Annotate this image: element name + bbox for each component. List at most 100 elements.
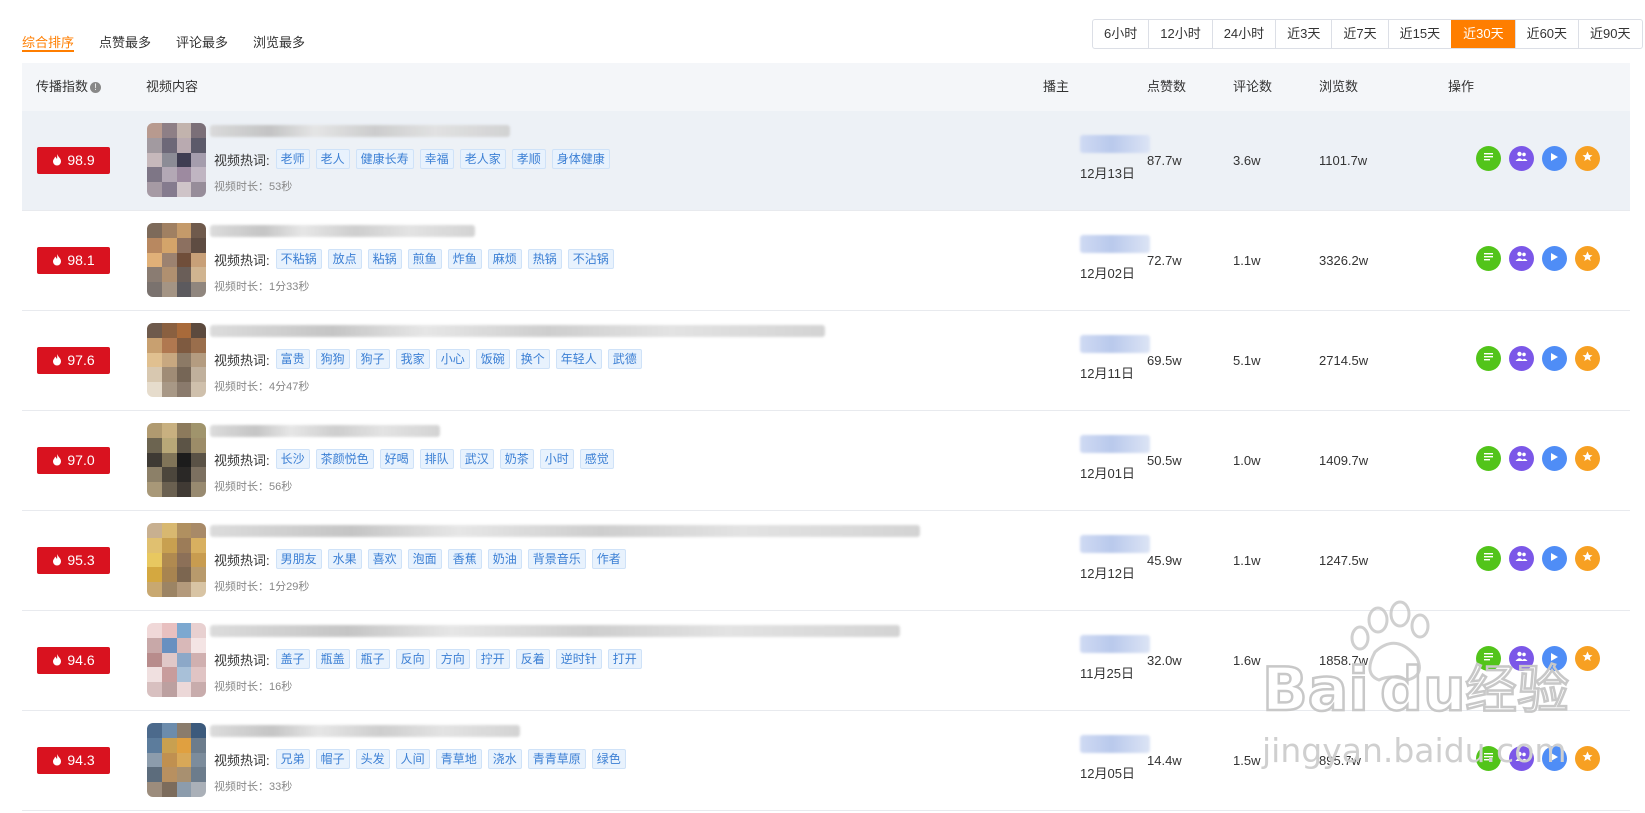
video-title-blurred[interactable] — [210, 625, 900, 637]
tab-most-views[interactable]: 浏览最多 — [253, 20, 305, 50]
keyword-tag[interactable]: 小时 — [539, 449, 574, 469]
list-icon[interactable] — [1476, 346, 1501, 371]
play-icon[interactable] — [1542, 346, 1567, 371]
range-3d[interactable]: 近3天 — [1275, 20, 1331, 48]
video-thumbnail[interactable] — [147, 423, 206, 497]
keyword-tag[interactable]: 感觉 — [579, 449, 614, 469]
keyword-tag[interactable]: 香蕉 — [447, 549, 482, 569]
star-icon[interactable] — [1575, 146, 1600, 171]
keyword-tag[interactable]: 放点 — [327, 249, 362, 269]
list-icon[interactable] — [1476, 546, 1501, 571]
table-row[interactable]: 94.3 视频热词: 兄弟 帽子 头发 人间 青草地 浇水 青青草原 绿色 视频时长：33秒 12月0… — [22, 711, 1630, 811]
keyword-tag[interactable]: 头发 — [355, 749, 390, 769]
keyword-tag[interactable]: 水果 — [327, 549, 362, 569]
keyword-tag[interactable]: 盖子 — [275, 649, 310, 669]
video-title-blurred[interactable] — [210, 125, 510, 137]
keyword-tag[interactable]: 我家 — [395, 349, 430, 369]
users-icon[interactable] — [1509, 146, 1534, 171]
keyword-tag[interactable]: 狗狗 — [315, 349, 350, 369]
keyword-tag[interactable]: 长沙 — [275, 449, 310, 469]
keyword-tag[interactable]: 身体健康 — [551, 149, 610, 169]
anchor-name-blurred[interactable] — [1080, 135, 1150, 153]
table-row[interactable]: 97.6 视频热词: 富贵 狗狗 狗子 我家 小心 饭碗 换个 年轻人 武德 视频时长：4分47秒 12… — [22, 311, 1630, 411]
users-icon[interactable] — [1509, 646, 1534, 671]
star-icon[interactable] — [1575, 446, 1600, 471]
keyword-tag[interactable]: 小心 — [435, 349, 470, 369]
keyword-tag[interactable]: 帽子 — [315, 749, 350, 769]
video-title-blurred[interactable] — [210, 725, 520, 737]
keyword-tag[interactable]: 武德 — [607, 349, 642, 369]
play-icon[interactable] — [1542, 546, 1567, 571]
keyword-tag[interactable]: 不沾锅 — [567, 249, 614, 269]
keyword-tag[interactable]: 奶茶 — [499, 449, 534, 469]
keyword-tag[interactable]: 作者 — [591, 549, 626, 569]
play-icon[interactable] — [1542, 746, 1567, 771]
keyword-tag[interactable]: 老人家 — [459, 149, 506, 169]
video-title-blurred[interactable] — [210, 325, 825, 337]
keyword-tag[interactable]: 狗子 — [355, 349, 390, 369]
keyword-tag[interactable]: 男朋友 — [275, 549, 322, 569]
users-icon[interactable] — [1509, 346, 1534, 371]
table-row[interactable]: 97.0 视频热词: 长沙 茶颜悦色 好喝 排队 武汉 奶茶 小时 感觉 视频时长：56秒 12月01… — [22, 411, 1630, 511]
range-30d[interactable]: 近30天 — [1451, 20, 1515, 48]
video-thumbnail[interactable] — [147, 723, 206, 797]
keyword-tag[interactable]: 喜欢 — [367, 549, 402, 569]
keyword-tag[interactable]: 青青草原 — [527, 749, 586, 769]
star-icon[interactable] — [1575, 246, 1600, 271]
keyword-tag[interactable]: 孝顺 — [511, 149, 546, 169]
tab-most-comments[interactable]: 评论最多 — [176, 20, 228, 50]
play-icon[interactable] — [1542, 246, 1567, 271]
anchor-name-blurred[interactable] — [1080, 235, 1150, 253]
keyword-tag[interactable]: 幸福 — [419, 149, 454, 169]
keyword-tag[interactable]: 反向 — [395, 649, 430, 669]
keyword-tag[interactable]: 瓶盖 — [315, 649, 350, 669]
table-row[interactable]: 98.9 视频热词: 老师 老人 健康长寿 幸福 老人家 孝顺 身体健康 视频时长：53秒 12月1… — [22, 111, 1630, 211]
star-icon[interactable] — [1575, 746, 1600, 771]
keyword-tag[interactable]: 排队 — [419, 449, 454, 469]
keyword-tag[interactable]: 人间 — [395, 749, 430, 769]
list-icon[interactable] — [1476, 146, 1501, 171]
keyword-tag[interactable]: 不粘锅 — [275, 249, 322, 269]
list-icon[interactable] — [1476, 746, 1501, 771]
list-icon[interactable] — [1476, 446, 1501, 471]
keyword-tag[interactable]: 富贵 — [275, 349, 310, 369]
video-title-blurred[interactable] — [210, 225, 475, 237]
table-row[interactable]: 95.3 视频热词: 男朋友 水果 喜欢 泡面 香蕉 奶油 背景音乐 作者 视频时长：1分29秒 12… — [22, 511, 1630, 611]
video-thumbnail[interactable] — [147, 523, 206, 597]
play-icon[interactable] — [1542, 146, 1567, 171]
video-thumbnail[interactable] — [147, 323, 206, 397]
anchor-name-blurred[interactable] — [1080, 435, 1150, 453]
video-title-blurred[interactable] — [210, 525, 920, 537]
keyword-tag[interactable]: 青草地 — [435, 749, 482, 769]
list-icon[interactable] — [1476, 246, 1501, 271]
users-icon[interactable] — [1509, 446, 1534, 471]
video-thumbnail[interactable] — [147, 223, 206, 297]
star-icon[interactable] — [1575, 346, 1600, 371]
video-thumbnail[interactable] — [147, 123, 206, 197]
keyword-tag[interactable]: 煎鱼 — [407, 249, 442, 269]
range-15d[interactable]: 近15天 — [1387, 20, 1451, 48]
anchor-name-blurred[interactable] — [1080, 535, 1150, 553]
keyword-tag[interactable]: 老人 — [315, 149, 350, 169]
anchor-name-blurred[interactable] — [1080, 335, 1150, 353]
keyword-tag[interactable]: 换个 — [515, 349, 550, 369]
keyword-tag[interactable]: 麻烦 — [487, 249, 522, 269]
keyword-tag[interactable]: 拧开 — [475, 649, 510, 669]
keyword-tag[interactable]: 泡面 — [407, 549, 442, 569]
keyword-tag[interactable]: 打开 — [607, 649, 642, 669]
range-90d[interactable]: 近90天 — [1578, 20, 1641, 48]
keyword-tag[interactable]: 反着 — [515, 649, 550, 669]
anchor-name-blurred[interactable] — [1080, 635, 1150, 653]
keyword-tag[interactable]: 茶颜悦色 — [315, 449, 374, 469]
range-12h[interactable]: 12小时 — [1148, 20, 1211, 48]
keyword-tag[interactable]: 武汉 — [459, 449, 494, 469]
range-24h[interactable]: 24小时 — [1211, 20, 1275, 48]
anchor-name-blurred[interactable] — [1080, 735, 1150, 753]
star-icon[interactable] — [1575, 646, 1600, 671]
range-7d[interactable]: 近7天 — [1331, 20, 1387, 48]
keyword-tag[interactable]: 绿色 — [591, 749, 626, 769]
keyword-tag[interactable]: 好喝 — [379, 449, 414, 469]
keyword-tag[interactable]: 方向 — [435, 649, 470, 669]
info-icon[interactable]: ! — [90, 82, 102, 93]
range-60d[interactable]: 近60天 — [1514, 20, 1578, 48]
